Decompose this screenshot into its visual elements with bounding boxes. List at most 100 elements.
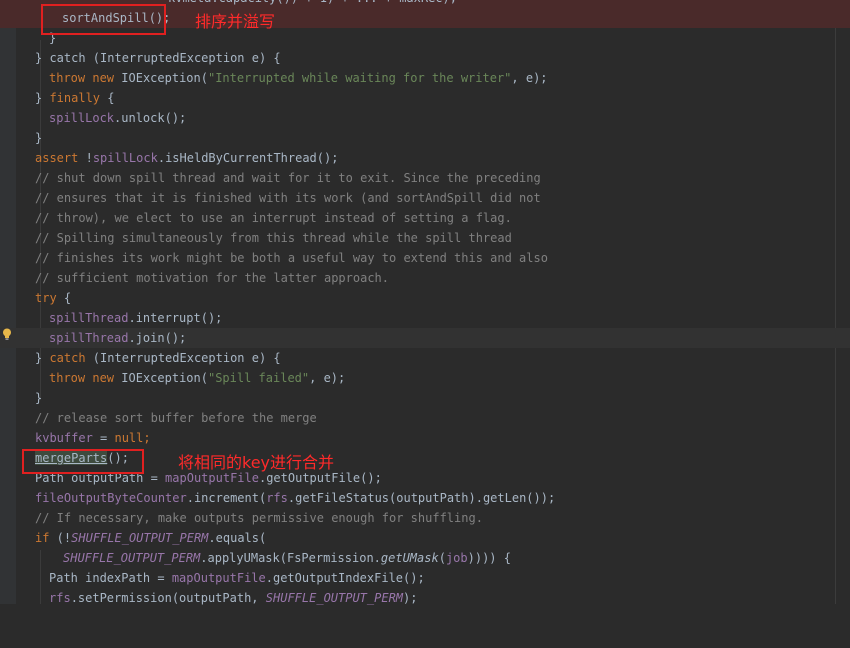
code-text: .getOutputIndexFile();	[265, 571, 425, 585]
code-line[interactable]: spillLock.unlock();	[0, 108, 850, 128]
annotation-merge: 将相同的key进行合并	[178, 453, 335, 472]
code-line[interactable]: fileOutputByteCounter.increment(rfs.getF…	[0, 488, 850, 508]
code-text: !	[78, 151, 93, 165]
keyword: assert	[35, 151, 79, 165]
field-ref: spillLock	[49, 111, 115, 125]
code-text: throw new IOException("Interrupted while…	[49, 68, 548, 88]
code-line[interactable]: // shut down spill thread and wait for i…	[0, 168, 850, 188]
field-ref: job	[445, 551, 468, 565]
code-text: if (!SHUFFLE_OUTPUT_PERM.equals(	[35, 528, 266, 548]
field-ref: spillThread	[49, 311, 129, 325]
keyword: if	[35, 531, 50, 545]
code-text: .equals(	[208, 531, 267, 545]
code-text: }	[35, 131, 43, 145]
code-line[interactable]: try {	[0, 288, 850, 308]
code-line[interactable]: throw new IOException("Spill failed", e)…	[0, 368, 850, 388]
code-line[interactable]: Path indexPath = mapOutputFile.getOutput…	[0, 568, 850, 588]
code-line[interactable]: // finishes its work might be both a use…	[0, 248, 850, 268]
code-text: fileOutputByteCounter.increment(rfs.getF…	[35, 488, 555, 508]
code-line[interactable]: throw new IOException("Interrupted while…	[0, 68, 850, 88]
field-ref: spillLock	[92, 151, 158, 165]
code-line[interactable]: }	[0, 388, 850, 408]
field-ref: fileOutputByteCounter	[35, 491, 187, 505]
code-text: );	[403, 591, 418, 605]
code-text: } finally {	[35, 88, 114, 108]
lightbulb-icon[interactable]	[2, 328, 12, 340]
code-text: .unlock();	[114, 111, 187, 125]
code-text: (!	[49, 531, 72, 545]
code-text: (	[438, 551, 446, 565]
field-ref: SHUFFLE_OUTPUT_PERM	[71, 531, 209, 545]
code-line[interactable]: } catch (InterruptedException e) {	[0, 48, 850, 68]
keyword: throw	[49, 371, 86, 385]
string-literal: "Spill failed"	[207, 371, 310, 385]
code-line[interactable]: spillThread.interrupt();	[0, 308, 850, 328]
code-line[interactable]: assert !spillLock.isHeldByCurrentThread(…	[0, 148, 850, 168]
code-text: {	[100, 91, 115, 105]
code-text: .interrupt();	[128, 311, 223, 325]
comment: // shut down spill thread and wait for i…	[35, 171, 541, 185]
field-ref: spillThread	[49, 331, 129, 345]
code-editor[interactable]: kvmeta.capacity()) + 1) + ... + maxRec);…	[0, 0, 850, 605]
code-line[interactable]: if (!SHUFFLE_OUTPUT_PERM.equals(	[0, 528, 850, 548]
code-text: spillThread.interrupt();	[49, 308, 222, 328]
code-text: SHUFFLE_OUTPUT_PERM.applyUMask(FsPermiss…	[63, 548, 511, 568]
code-text: .join();	[128, 331, 187, 345]
code-line[interactable]: }	[0, 128, 850, 148]
code-line[interactable]: // sufficient motivation for the latter …	[0, 268, 850, 288]
code-line[interactable]: } finally {	[0, 88, 850, 108]
code-line[interactable]: SHUFFLE_OUTPUT_PERM.applyUMask(FsPermiss…	[0, 548, 850, 568]
comment: // throw), we elect to use an interrupt …	[35, 211, 512, 225]
code-text: .increment(	[186, 491, 267, 505]
code-text: }	[35, 91, 50, 105]
code-text: assert !spillLock.isHeldByCurrentThread(…	[35, 148, 338, 168]
annotation-box-sort-spill	[41, 4, 166, 35]
code-text: Path indexPath =	[49, 571, 172, 585]
keyword: catch	[49, 351, 86, 365]
code-text: } catch (InterruptedException e) {	[35, 48, 281, 68]
keyword: finally	[49, 91, 101, 105]
code-line[interactable]: // Spilling simultaneously from this thr…	[0, 228, 850, 248]
code-line[interactable]: // release sort buffer before the merge	[0, 408, 850, 428]
code-text: try {	[35, 288, 71, 308]
code-line[interactable]: kvbuffer = null;	[0, 428, 850, 448]
code-text: throw new IOException("Spill failed", e)…	[49, 368, 345, 388]
code-text: , e);	[511, 71, 548, 85]
code-text: Path indexPath = mapOutputFile.getOutput…	[49, 568, 425, 588]
keyword: try	[35, 291, 57, 305]
field-ref: rfs	[49, 591, 71, 605]
code-text: .getOutputFile();	[258, 471, 382, 485]
field-ref: mapOutputFile	[171, 571, 266, 585]
code-text: (InterruptedException e) {	[85, 351, 281, 365]
code-text: IOException(	[114, 371, 208, 385]
code-text: }	[35, 351, 50, 365]
code-line[interactable]: // If necessary, make outputs permissive…	[0, 508, 850, 528]
code-text: , e);	[309, 371, 346, 385]
code-text: (InterruptedException e) {	[85, 51, 281, 65]
string-literal: "Interrupted while waiting for the write…	[207, 71, 512, 85]
field-ref: SHUFFLE_OUTPUT_PERM	[63, 551, 201, 565]
field-ref: rfs	[266, 491, 288, 505]
code-line[interactable]: } catch (InterruptedException e) {	[0, 348, 850, 368]
field-ref: SHUFFLE_OUTPUT_PERM	[265, 591, 404, 605]
code-line[interactable]: // ensures that it is finished with its …	[0, 188, 850, 208]
comment: // release sort buffer before the merge	[35, 411, 317, 425]
code-text: {	[56, 291, 72, 305]
code-text: spillLock.unlock();	[49, 108, 186, 128]
code-text: spillThread.join();	[49, 328, 186, 348]
code-text: }	[35, 391, 43, 405]
comment: // finishes its work might be both a use…	[35, 251, 548, 265]
code-text: =	[92, 431, 115, 445]
keyword: throw	[49, 71, 86, 85]
code-text: kvmeta.capacity()) + 1) + ... + maxRec);	[168, 0, 457, 8]
keyword: new	[92, 371, 115, 385]
comment: // ensures that it is finished with its …	[35, 191, 541, 205]
code-line[interactable]: // throw), we elect to use an interrupt …	[0, 208, 850, 228]
code-text: .applyUMask(FsPermission.	[200, 551, 381, 565]
code-text: ;	[143, 431, 151, 445]
keyword: new	[92, 71, 115, 85]
code-line[interactable]: rfs.setPermission(outputPath, SHUFFLE_OU…	[0, 588, 850, 608]
annotation-box-merge	[22, 449, 144, 474]
method-call: getUMask	[380, 551, 439, 565]
code-line-current[interactable]: spillThread.join();	[0, 328, 850, 348]
